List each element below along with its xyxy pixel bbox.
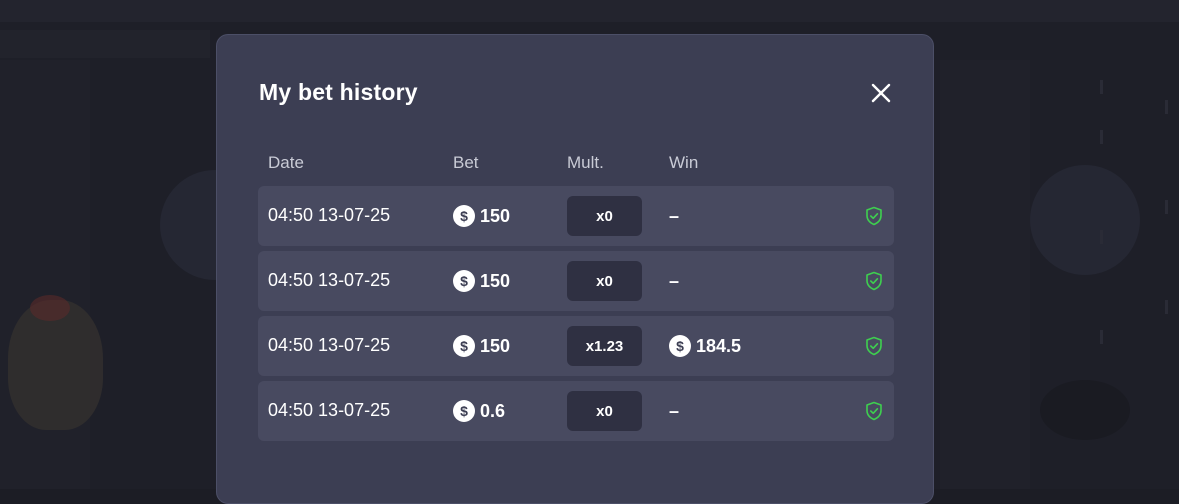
column-header-win: Win bbox=[669, 153, 699, 172]
bet-amount-cell: $ 150 bbox=[453, 204, 510, 228]
multiplier-badge: x0 bbox=[567, 261, 642, 301]
game-header-bar bbox=[0, 0, 1179, 22]
lane-divider bbox=[1165, 300, 1168, 314]
coin-icon: $ bbox=[669, 335, 691, 357]
bet-amount-cell: $ 150 bbox=[453, 334, 510, 358]
shield-check-icon[interactable] bbox=[864, 401, 884, 421]
bet-history-row[interactable]: 04:50 13-07-25 $ 0.6 x0 – bbox=[258, 381, 894, 441]
coin-icon: $ bbox=[453, 400, 475, 422]
game-subheader-bar bbox=[0, 30, 210, 58]
win-amount: – bbox=[669, 400, 680, 421]
column-header-date: Date bbox=[268, 153, 304, 172]
bet-date: 04:50 13-07-25 bbox=[268, 335, 391, 355]
lane-divider bbox=[1100, 130, 1103, 144]
bet-date: 04:50 13-07-25 bbox=[268, 400, 391, 420]
lane-divider bbox=[1100, 230, 1103, 244]
win-amount: – bbox=[669, 270, 680, 291]
coin-icon: $ bbox=[453, 335, 475, 357]
multiplier-badge: x0 bbox=[567, 196, 642, 236]
coin-icon: $ bbox=[453, 205, 475, 227]
coin-icon: $ bbox=[453, 270, 475, 292]
bet-date: 04:50 13-07-25 bbox=[268, 205, 391, 225]
bet-amount: 150 bbox=[480, 205, 511, 226]
chicken-comb bbox=[30, 295, 70, 321]
bet-amount-cell: $ 150 bbox=[453, 269, 510, 293]
multiplier-badge: x0 bbox=[567, 391, 642, 431]
lane-divider bbox=[1165, 200, 1168, 214]
win-amount: – bbox=[669, 205, 680, 226]
bet-history-row[interactable]: 04:50 13-07-25 $ 150 x1.23 $ 184.5 bbox=[258, 316, 894, 376]
win-cell: – bbox=[669, 204, 679, 228]
column-header-mult: Mult. bbox=[567, 153, 604, 172]
game-lane bbox=[940, 60, 1030, 489]
shield-check-icon[interactable] bbox=[864, 336, 884, 356]
win-cell: – bbox=[669, 399, 679, 423]
multiplier-badge: x1.23 bbox=[567, 326, 642, 366]
column-header-bet: Bet bbox=[453, 153, 479, 172]
bet-amount: 150 bbox=[480, 335, 511, 356]
shield-check-icon[interactable] bbox=[864, 206, 884, 226]
bet-amount: 150 bbox=[480, 270, 511, 291]
close-icon bbox=[871, 83, 891, 103]
win-amount: 184.5 bbox=[696, 335, 742, 356]
modal-title: My bet history bbox=[259, 79, 418, 105]
bet-amount: 0.6 bbox=[480, 400, 506, 421]
bet-amount-cell: $ 0.6 bbox=[453, 399, 505, 423]
bet-history-row[interactable]: 04:50 13-07-25 $ 150 x0 – bbox=[258, 251, 894, 311]
game-multiplier-circle bbox=[1030, 165, 1140, 275]
lane-divider bbox=[1165, 100, 1168, 114]
shield-check-icon[interactable] bbox=[864, 271, 884, 291]
lane-divider bbox=[1100, 330, 1103, 344]
game-manhole bbox=[1040, 380, 1130, 440]
bet-history-modal: My bet history Date Bet Mult. Win 04:50 … bbox=[216, 34, 934, 504]
win-cell: $ 184.5 bbox=[669, 334, 741, 358]
close-button[interactable] bbox=[867, 79, 895, 107]
lane-divider bbox=[1100, 80, 1103, 94]
win-cell: – bbox=[669, 269, 679, 293]
bet-date: 04:50 13-07-25 bbox=[268, 270, 391, 290]
bet-history-row[interactable]: 04:50 13-07-25 $ 150 x0 – bbox=[258, 186, 894, 246]
